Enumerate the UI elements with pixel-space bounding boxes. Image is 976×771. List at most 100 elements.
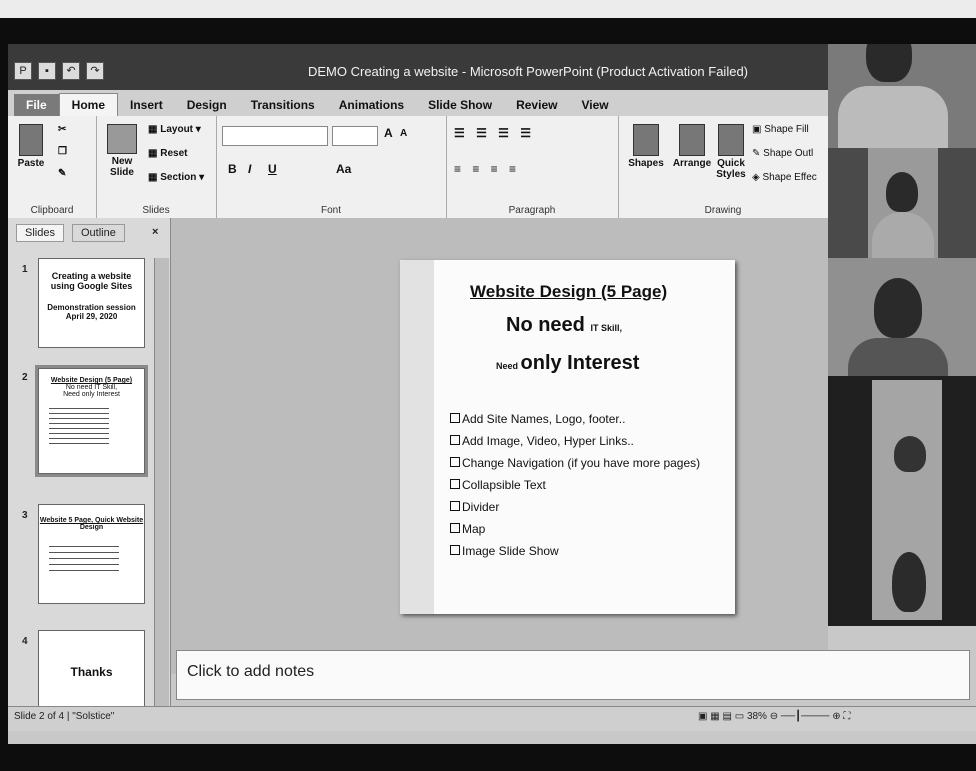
checkbox-bullet-icon <box>450 413 460 423</box>
ribbon: Paste ✂ ❐ ✎ Clipboard New Slide ▦ Layout… <box>8 116 828 219</box>
tab-transitions[interactable]: Transitions <box>239 94 327 116</box>
tab-file[interactable]: File <box>14 94 59 116</box>
ribbon-tabs: File Home Insert Design Transitions Anim… <box>8 90 828 116</box>
quick-access-toolbar: P ▪ ↶ ↷ <box>14 62 104 80</box>
shape-outline-button[interactable]: ✎ Shape Outl <box>752 148 813 159</box>
thumb-text: Thanks <box>70 665 113 679</box>
new-slide-icon <box>107 124 137 154</box>
slideshow-view-icon[interactable]: ▭ <box>735 711 744 722</box>
slide-number: 1 <box>22 264 28 275</box>
line2-small: IT Skill, <box>590 323 622 333</box>
new-slide-button[interactable]: New Slide <box>102 124 142 178</box>
redo-icon[interactable]: ↷ <box>86 62 104 80</box>
participant-body <box>848 338 948 376</box>
bullet-item: Map <box>450 522 700 544</box>
clipboard-group-label: Clipboard <box>30 205 74 216</box>
close-icon[interactable]: × <box>144 224 166 240</box>
tab-slides[interactable]: Slides <box>16 224 64 242</box>
line3-small: Need <box>496 361 521 371</box>
bold-button[interactable]: B <box>228 162 237 176</box>
underline-button[interactable]: U <box>268 162 277 176</box>
slides-group-label: Slides <box>142 205 170 216</box>
notes-pane[interactable]: Click to add notes <box>176 650 970 700</box>
font-group-label: Font <box>320 205 341 216</box>
fit-window-icon[interactable]: ⛶ <box>843 711 850 722</box>
tab-review[interactable]: Review <box>504 94 569 116</box>
status-bar: Slide 2 of 4 | "Solstice" ▣ ▦ ▤ ▭ 38% ⊖ … <box>8 706 976 731</box>
checkbox-bullet-icon <box>450 545 460 555</box>
bullet-item: Collapsible Text <box>450 478 700 500</box>
tab-animations[interactable]: Animations <box>327 94 416 116</box>
theme-name: "Solstice" <box>72 711 115 722</box>
slide-thumbnail-2[interactable]: Website Design (5 Page) No need IT Skill… <box>35 365 148 477</box>
bullet-text: Add Site Names, Logo, footer.. <box>462 412 626 426</box>
panel-scrollbar[interactable] <box>154 258 169 712</box>
shape-fill-button[interactable]: ▣ Shape Fill <box>752 124 809 135</box>
quick-styles-button[interactable]: Quick Styles <box>716 124 746 180</box>
participant-face <box>874 278 922 338</box>
quick-styles-icon <box>718 124 744 156</box>
reading-view-icon[interactable]: ▤ <box>722 711 731 722</box>
copy-icon[interactable]: ❐ <box>58 146 67 157</box>
undo-icon[interactable]: ↶ <box>62 62 80 80</box>
shrink-font-button[interactable]: A <box>400 128 407 139</box>
tab-design[interactable]: Design <box>175 94 239 116</box>
reset-button[interactable]: ▦ Reset <box>148 148 187 159</box>
shape-effects-button[interactable]: ◈ Shape Effec <box>752 172 817 183</box>
cut-icon[interactable]: ✂ <box>58 124 66 135</box>
notes-placeholder[interactable]: Click to add notes <box>187 663 314 681</box>
screen: P ▪ ↶ ↷ DEMO Creating a website - Micros… <box>8 44 976 744</box>
paragraph-group: ☰ ☰ ☰ ☰ ≡ ≡ ≡ ≡ Paragraph <box>446 116 619 218</box>
bullet-text: Divider <box>462 500 500 514</box>
save-icon[interactable]: ▪ <box>38 62 56 80</box>
thumb-bullets <box>49 404 109 444</box>
zoom-level[interactable]: 38% <box>747 711 767 722</box>
slide-title[interactable]: Website Design (5 Page) <box>470 282 667 302</box>
slide-thumbnail-4[interactable]: Thanks <box>38 630 145 712</box>
participant-face <box>886 172 918 212</box>
bullet-item: Image Slide Show <box>450 544 700 566</box>
slide-subtitle-line-2[interactable]: Need only Interest <box>496 352 639 375</box>
thumb-text: Website Design (5 Page) <box>50 377 133 384</box>
video-participant-2 <box>828 148 976 258</box>
slide-bullet-list[interactable]: Add Site Names, Logo, footer.. Add Image… <box>450 412 700 566</box>
slide-subtitle-line-1[interactable]: No need IT Skill, <box>506 314 622 337</box>
align-buttons[interactable]: ≡ ≡ ≡ ≡ <box>454 162 520 176</box>
arrange-button[interactable]: Arrange <box>672 124 712 169</box>
tab-slide-show[interactable]: Slide Show <box>416 94 504 116</box>
thumb-text: Design <box>79 524 104 531</box>
shapes-button[interactable]: Shapes <box>626 124 666 169</box>
thumb-text: using Google Sites <box>50 281 133 291</box>
video-participant-1 <box>828 44 976 148</box>
format-painter-icon[interactable]: ✎ <box>58 168 66 179</box>
font-size-select[interactable] <box>332 126 378 146</box>
bullet-text: Collapsible Text <box>462 478 546 492</box>
grow-font-button[interactable]: A <box>384 126 393 140</box>
title-bar: P ▪ ↶ ↷ DEMO Creating a website - Micros… <box>8 44 828 90</box>
normal-view-icon[interactable]: ▣ <box>698 711 707 722</box>
zoom-slider-icon[interactable]: ──┃──── <box>781 711 830 722</box>
current-slide[interactable]: Website Design (5 Page) No need IT Skill… <box>400 260 735 614</box>
layout-button[interactable]: ▦ Layout ▾ <box>148 124 201 135</box>
zoom-out-icon[interactable]: ⊖ <box>770 711 778 722</box>
app-icon[interactable]: P <box>14 62 32 80</box>
slide-thumbnail-3[interactable]: Website 5 Page, Quick Website Design <box>38 504 145 604</box>
drawing-group: Shapes Arrange Quick Styles ▣ Shape Fill… <box>618 116 828 218</box>
slide-thumbnail-1[interactable]: Creating a website using Google Sites De… <box>38 258 145 348</box>
change-case-button[interactable]: Aa <box>336 162 351 176</box>
italic-button[interactable]: I <box>248 162 251 176</box>
bullets-button[interactable]: ☰ ☰ ☰ ☰ <box>454 126 535 140</box>
sorter-view-icon[interactable]: ▦ <box>710 711 719 722</box>
video-participant-3 <box>828 258 976 376</box>
tab-view[interactable]: View <box>569 94 620 116</box>
tab-outline[interactable]: Outline <box>72 224 125 242</box>
section-button[interactable]: ▦ Section ▾ <box>148 172 204 183</box>
tab-insert[interactable]: Insert <box>118 94 175 116</box>
tab-home[interactable]: Home <box>58 93 119 116</box>
window-title: DEMO Creating a website - Microsoft Powe… <box>308 64 749 79</box>
checkbox-bullet-icon <box>450 523 460 533</box>
paste-button[interactable]: Paste <box>14 124 48 169</box>
font-name-select[interactable] <box>222 126 328 146</box>
zoom-in-icon[interactable]: ⊕ <box>832 711 840 722</box>
participant-face <box>866 44 912 82</box>
